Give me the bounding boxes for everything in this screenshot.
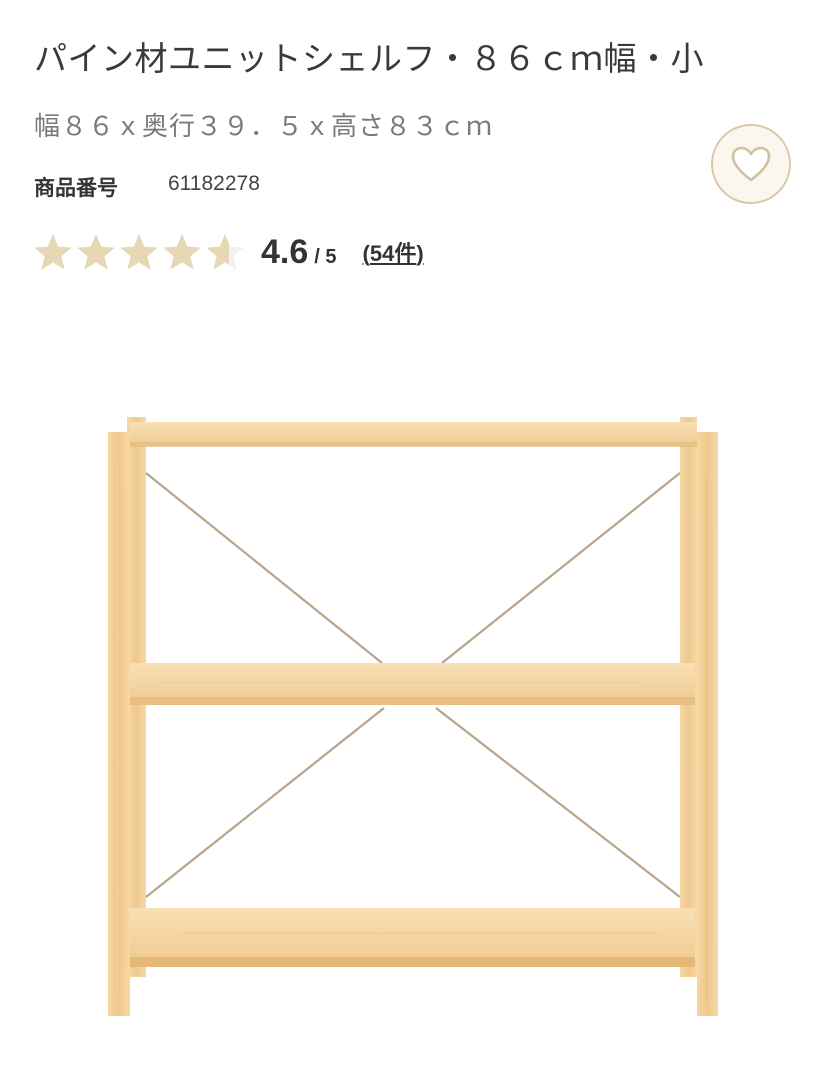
star-half-icon — [206, 234, 244, 270]
star-rating — [32, 232, 247, 272]
star-icon — [34, 234, 72, 270]
rating-summary: 4.6 / 5 (54件) — [32, 230, 424, 274]
rating-score: 4.6 — [261, 232, 309, 271]
shelf-image — [108, 417, 718, 1016]
review-count-open: ( — [362, 241, 370, 266]
star-icon — [163, 234, 201, 270]
heart-icon — [731, 146, 771, 182]
product-title: パイン材ユニットシェルフ・８６ｃｍ幅・小 — [34, 39, 704, 78]
rating-max: / 5 — [314, 245, 337, 268]
review-count-close: ) — [416, 241, 424, 266]
review-count-link[interactable]: (54件) — [363, 236, 424, 268]
star-icon — [77, 234, 115, 270]
product-number-label: 商品番号 — [34, 176, 118, 200]
product-dimensions: 幅８６ｘ奥行３９．５ｘ高さ８３ｃｍ — [34, 112, 494, 142]
product-number-value: 61182278 — [168, 172, 260, 195]
review-count: 54件 — [369, 241, 417, 266]
favorite-button[interactable] — [711, 124, 791, 204]
star-icon — [120, 234, 158, 270]
